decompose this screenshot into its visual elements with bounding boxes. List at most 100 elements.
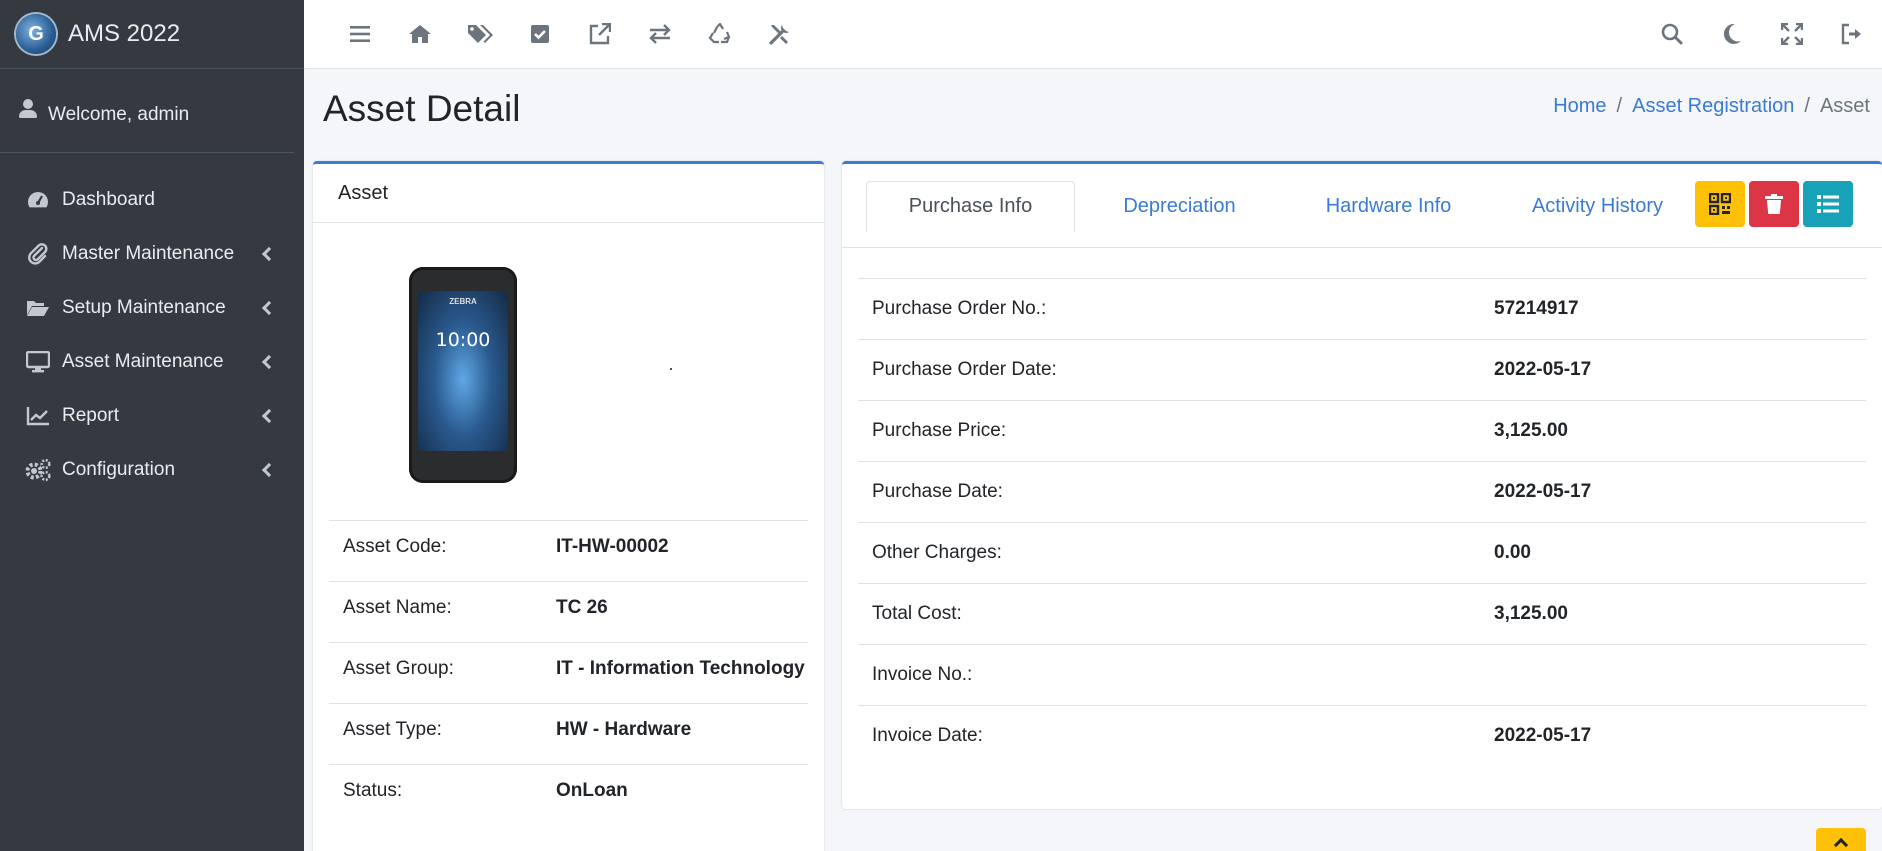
search-button[interactable] <box>1642 12 1702 56</box>
table-row: Purchase Order Date: 2022-05-17 <box>858 339 1866 400</box>
brand-logo: G <box>16 14 56 54</box>
sidebar-item-label: Dashboard <box>62 189 155 210</box>
home-button[interactable] <box>390 12 450 56</box>
recycle-icon <box>708 23 731 44</box>
asset-card-title: Asset <box>313 164 824 223</box>
folder-open-icon <box>24 296 52 320</box>
moon-icon <box>1723 23 1741 44</box>
purchase-info-table: Purchase Order No.: 57214917 Purchase Or… <box>858 278 1866 766</box>
row-value: 2022-05-17 <box>1494 725 1592 746</box>
breadcrumb-section-link[interactable]: Asset Registration <box>1632 95 1794 118</box>
check-square-icon <box>531 25 549 43</box>
recycle-button[interactable] <box>690 12 750 56</box>
row-label: Other Charges: <box>872 542 1002 563</box>
logout-button[interactable] <box>1822 12 1882 56</box>
sidebar: G AMS 2022 Welcome, admin Dashboard Mast… <box>0 0 304 851</box>
table-row: Purchase Date: 2022-05-17 <box>858 461 1866 522</box>
sidebar-item-master-maintenance[interactable]: Master Maintenance <box>0 227 304 281</box>
menu-toggle-button[interactable] <box>330 12 390 56</box>
sidebar-item-label: Setup Maintenance <box>62 297 226 318</box>
tab-activity-history[interactable]: Activity History <box>1493 181 1702 231</box>
home-icon <box>409 25 431 43</box>
chevron-left-icon <box>261 300 277 316</box>
breadcrumb-separator: / <box>1804 95 1810 117</box>
chart-line-icon <box>24 404 52 428</box>
sidebar-item-report[interactable]: Report <box>0 389 304 443</box>
expand-arrows-icon <box>1781 23 1803 45</box>
top-navbar <box>304 0 1882 69</box>
sidebar-item-asset-maintenance[interactable]: Asset Maintenance <box>0 335 304 389</box>
chevron-left-icon <box>261 408 277 424</box>
table-row: Asset Name: TC 26 <box>329 581 808 642</box>
asset-group-value: IT - Information Technology <box>556 658 805 679</box>
paperclip-icon <box>24 242 52 266</box>
tools-button[interactable] <box>750 12 810 56</box>
table-row: Other Charges: 0.00 <box>858 522 1866 583</box>
row-value: 2022-05-17 <box>1494 359 1592 380</box>
qrcode-button[interactable] <box>1695 181 1745 227</box>
row-label: Invoice Date: <box>872 725 983 746</box>
row-value: 57214917 <box>1494 298 1579 319</box>
sidebar-item-label: Configuration <box>62 459 176 480</box>
row-label: Purchase Order No.: <box>872 298 1047 319</box>
user-icon <box>18 98 38 123</box>
asset-info-table: Asset Code: IT-HW-00002 Asset Name: TC 2… <box>329 520 808 825</box>
tachometer-icon <box>24 188 52 212</box>
asset-image: ZEBRA 10:00 <box>313 223 824 520</box>
asset-group-label: Asset Group: <box>343 658 454 679</box>
page-title: Asset Detail <box>323 88 521 129</box>
back-to-top-button[interactable] <box>1816 828 1866 851</box>
asset-photo: ZEBRA 10:00 <box>409 267 517 483</box>
breadcrumb-separator: / <box>1616 95 1623 117</box>
row-value: 3,125.00 <box>1494 420 1568 441</box>
asset-type-label: Asset Type: <box>343 719 442 740</box>
trash-icon <box>1765 194 1783 214</box>
list-button[interactable] <box>1803 181 1853 227</box>
bars-icon <box>350 26 370 42</box>
fullscreen-button[interactable] <box>1762 12 1822 56</box>
delete-button[interactable] <box>1749 181 1799 227</box>
row-value: 0.00 <box>1494 542 1531 563</box>
tab-purchase-info[interactable]: Purchase Info <box>866 181 1075 232</box>
table-row: Asset Code: IT-HW-00002 <box>329 520 808 581</box>
phone-brand-text: ZEBRA <box>449 297 477 306</box>
sidebar-item-dashboard[interactable]: Dashboard <box>0 173 304 227</box>
cogs-icon <box>24 458 52 482</box>
sidebar-item-configuration[interactable]: Configuration <box>0 443 304 497</box>
tags-button[interactable] <box>450 12 510 56</box>
sidebar-item-label: Report <box>62 405 120 426</box>
brand-link[interactable]: G AMS 2022 <box>0 0 304 69</box>
search-icon <box>1661 23 1683 45</box>
tab-depreciation[interactable]: Depreciation <box>1075 181 1284 231</box>
external-link-button[interactable] <box>570 12 630 56</box>
row-label: Invoice No.: <box>872 664 973 685</box>
chevron-up-icon <box>1833 837 1849 851</box>
sidebar-item-label: Master Maintenance <box>62 243 235 264</box>
row-value: 2022-05-17 <box>1494 481 1592 502</box>
welcome-text[interactable]: Welcome, admin <box>48 104 189 126</box>
chevron-left-icon <box>261 246 277 262</box>
chevron-left-icon <box>261 354 277 370</box>
check-button[interactable] <box>510 12 570 56</box>
table-row: Asset Type: HW - Hardware <box>329 703 808 764</box>
tags-icon <box>468 25 493 43</box>
tabs-bar: Purchase Info Depreciation Hardware Info… <box>842 164 1882 248</box>
asset-card: Asset ZEBRA 10:00 Asset Code: IT-HW-0000… <box>313 161 824 851</box>
asset-code-label: Asset Code: <box>343 536 447 557</box>
qrcode-icon <box>1709 193 1731 215</box>
table-row: Asset Group: IT - Information Technology <box>329 642 808 703</box>
dark-mode-button[interactable] <box>1702 12 1762 56</box>
sidebar-item-label: Asset Maintenance <box>62 351 224 372</box>
desktop-icon <box>24 350 52 374</box>
sign-out-icon <box>1841 23 1861 45</box>
breadcrumb: Home / Asset Registration / Asset <box>1553 95 1870 118</box>
transfer-button[interactable] <box>630 12 690 56</box>
chevron-left-icon <box>261 462 277 478</box>
table-row: Purchase Order No.: 57214917 <box>858 278 1866 339</box>
tab-hardware-info[interactable]: Hardware Info <box>1284 181 1493 231</box>
sidebar-item-setup-maintenance[interactable]: Setup Maintenance <box>0 281 304 335</box>
table-row: Status: OnLoan <box>329 764 808 825</box>
breadcrumb-home-link[interactable]: Home <box>1553 95 1606 118</box>
status-value: OnLoan <box>556 780 628 801</box>
row-label: Total Cost: <box>872 603 962 624</box>
